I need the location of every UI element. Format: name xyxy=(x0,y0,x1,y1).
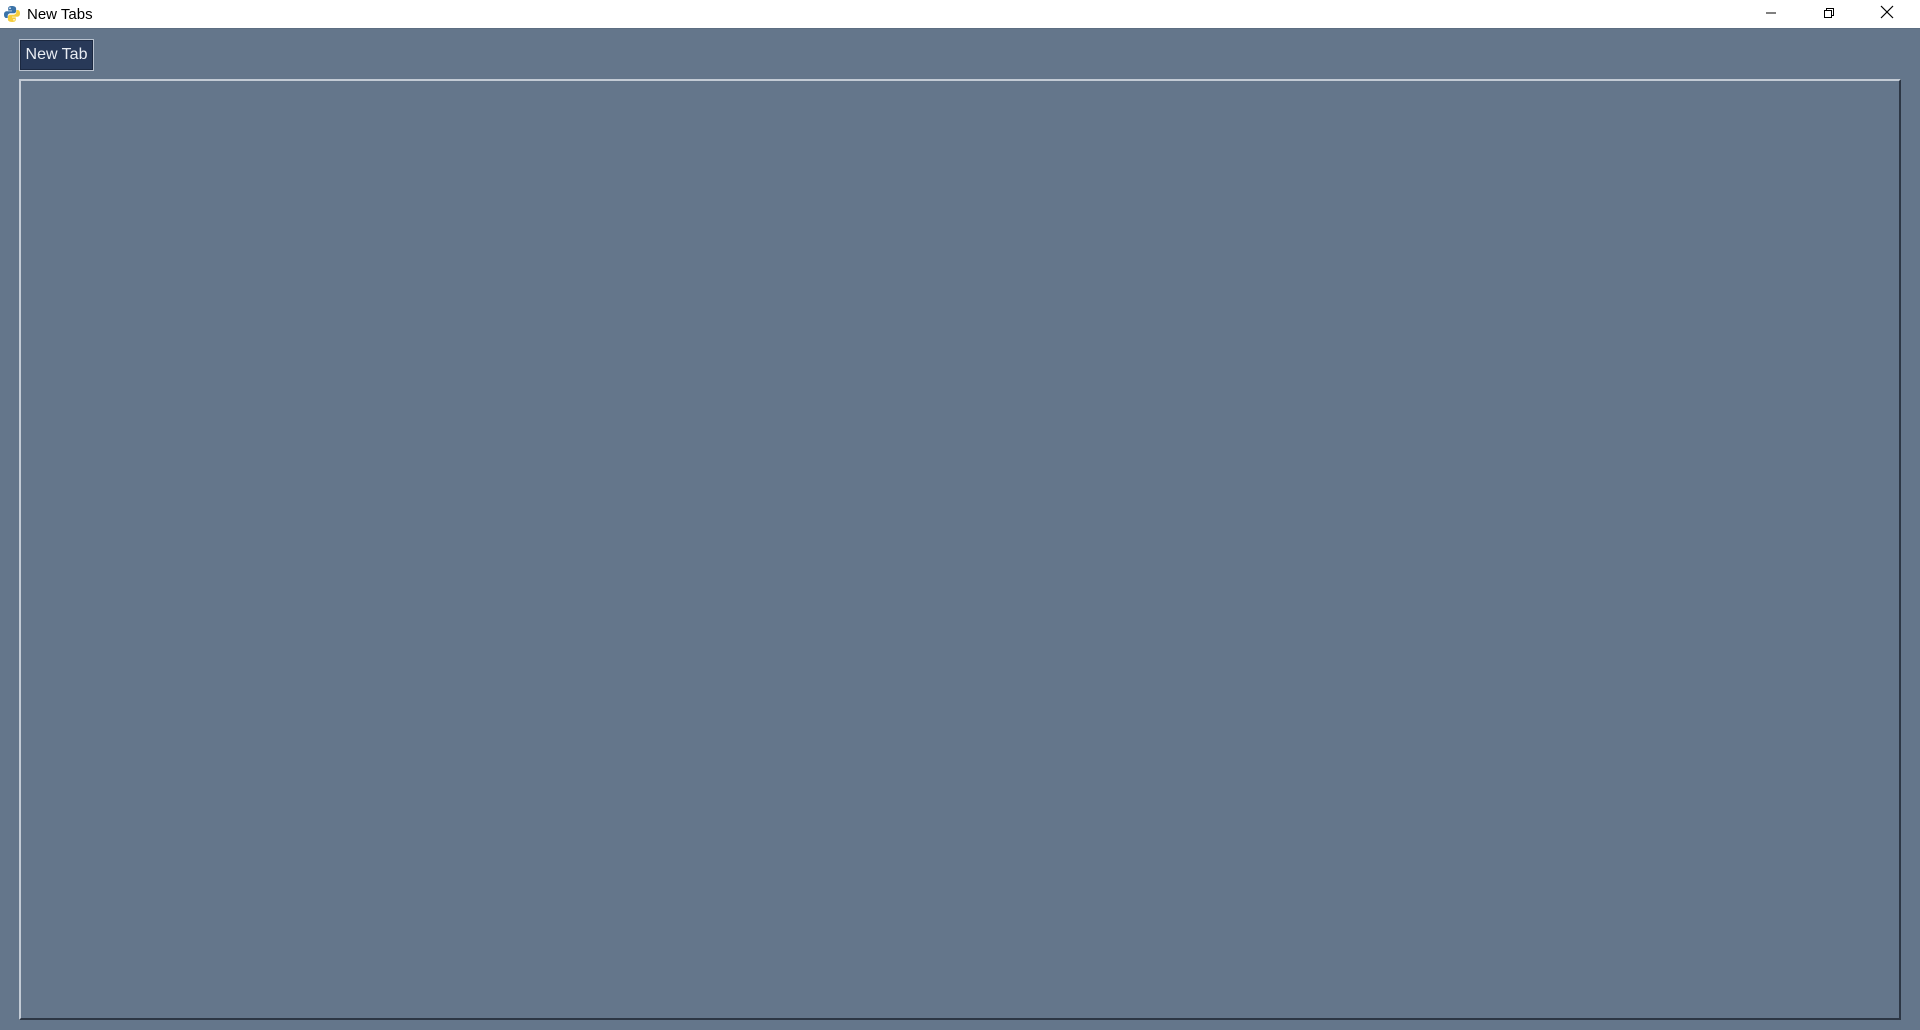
new-tab-button[interactable]: New Tab xyxy=(19,39,94,71)
title-bar[interactable]: New Tabs xyxy=(0,0,1920,29)
tab-content-area xyxy=(19,79,1901,1020)
close-icon xyxy=(1880,5,1894,24)
restore-button[interactable] xyxy=(1800,0,1858,29)
app-window: New Tabs New Tab xyxy=(0,0,1920,1030)
window-title: New Tabs xyxy=(27,6,93,23)
close-button[interactable] xyxy=(1858,0,1916,29)
restore-icon xyxy=(1823,6,1835,24)
minimize-button[interactable] xyxy=(1742,0,1800,29)
minimize-icon xyxy=(1765,6,1777,24)
python-icon xyxy=(3,5,21,23)
